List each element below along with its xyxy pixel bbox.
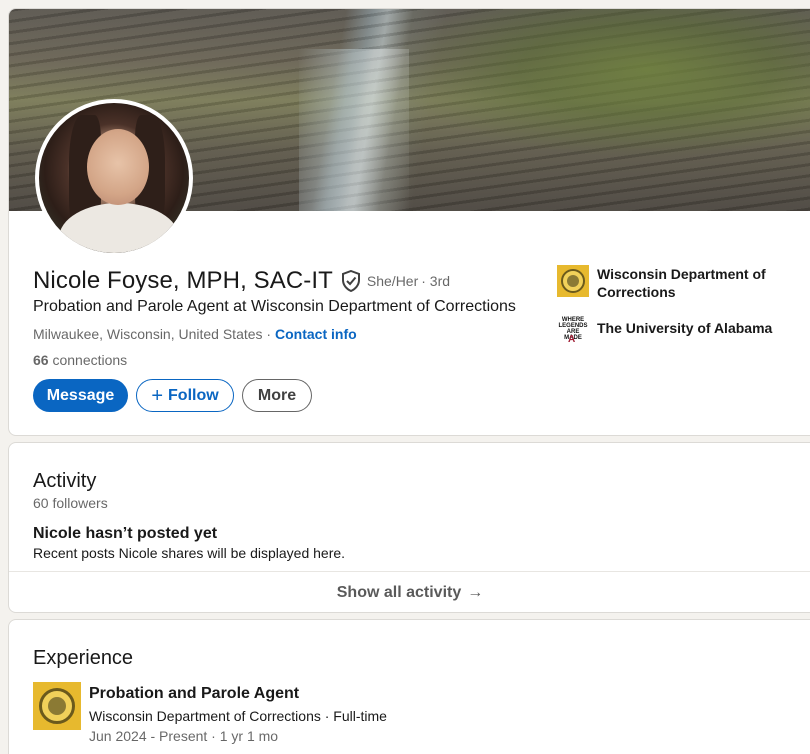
org-name: The University of Alabama [597,320,773,336]
experience-item: Probation and Parole Agent Wisconsin Dep… [33,682,387,746]
profile-actions: Message + Follow More [33,379,312,412]
org-name: Wisconsin Department of Corrections [597,266,766,300]
verified-shield-icon[interactable] [341,269,361,293]
alabama-logo-icon: WHERE LEGENDS ARE MADE A [557,313,589,345]
message-button[interactable]: Message [33,379,128,412]
org-wisconsin-doc[interactable]: Wisconsin Department of Corrections [557,265,787,301]
pronouns: She/Her [366,273,419,289]
contact-info-link[interactable]: Contact info [275,326,357,342]
location: Milwaukee, Wisconsin, United States [33,326,263,342]
location-row: Milwaukee, Wisconsin, United States · Co… [33,326,357,342]
experience-dates: Jun 2024 - Present · 1 yr 1 mo [89,728,279,744]
experience-title: Experience [33,647,134,669]
profile-card: Nicole Foyse, MPH, SAC-IT She/Her · 3rd … [8,8,810,436]
connections-number: 66 [33,352,49,368]
plus-icon: + [151,384,164,407]
connections-count[interactable]: 66 connections [33,352,127,368]
empty-posts-subtitle: Recent posts Nicole shares will be displ… [33,545,346,561]
follow-button[interactable]: + Follow [136,379,234,412]
experience-card: Experience Probation and Parole Agent Wi… [8,619,810,754]
more-button[interactable]: More [242,379,312,412]
arrow-right-icon: → [467,583,484,601]
experience-job-title[interactable]: Probation and Parole Agent [89,684,387,704]
empty-posts-title: Nicole hasn’t posted yet [33,525,218,542]
activity-title: Activity [33,470,97,492]
profile-name: Nicole Foyse, MPH, SAC-IT [33,267,333,294]
name-row: Nicole Foyse, MPH, SAC-IT She/Her · 3rd [33,267,450,295]
experience-details: Probation and Parole Agent Wisconsin Dep… [89,682,387,746]
wisconsin-seal-icon [557,265,589,297]
follow-label: Follow [168,386,219,404]
profile-headline: Probation and Parole Agent at Wisconsin … [33,298,516,315]
wisconsin-seal-icon[interactable] [33,682,81,730]
connections-label: connections [52,352,128,368]
org-university-alabama[interactable]: WHERE LEGENDS ARE MADE A The University … [557,313,787,345]
organizations: Wisconsin Department of Corrections WHER… [557,265,787,357]
show-all-activity-button[interactable]: Show all activity → [9,572,810,612]
activity-card: Activity 60 followers Nicole hasn’t post… [8,442,810,613]
profile-avatar[interactable] [35,99,193,257]
connection-degree: · 3rd [421,273,451,289]
experience-company: Wisconsin Department of Corrections · Fu… [89,708,387,724]
show-all-label: Show all activity [336,583,462,601]
followers-count: 60 followers [33,495,108,511]
location-separator: · [262,326,275,342]
